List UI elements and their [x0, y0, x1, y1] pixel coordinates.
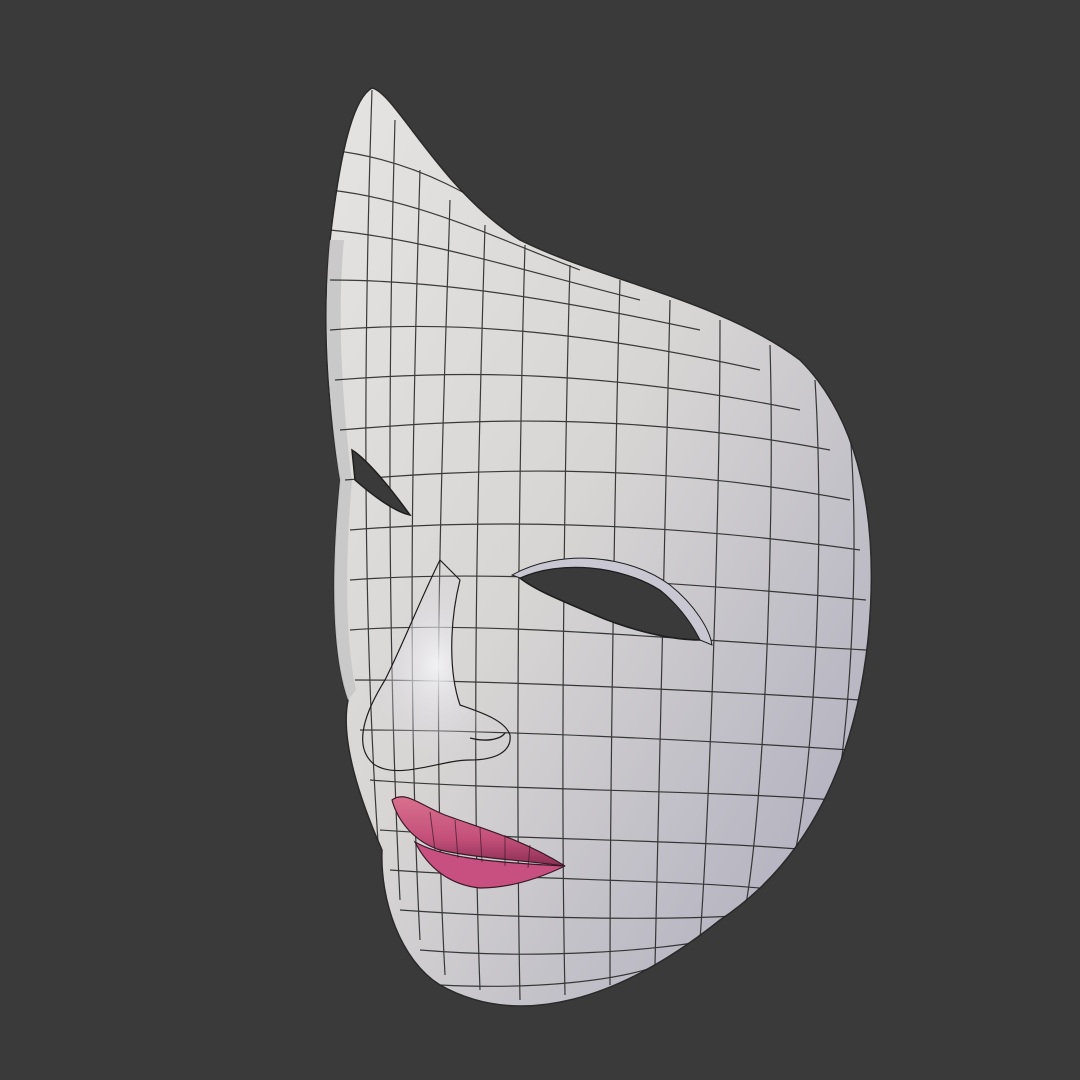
mask-shell [325, 87, 873, 1007]
mask-render [325, 87, 873, 1007]
3d-viewport[interactable] [0, 0, 1080, 1080]
